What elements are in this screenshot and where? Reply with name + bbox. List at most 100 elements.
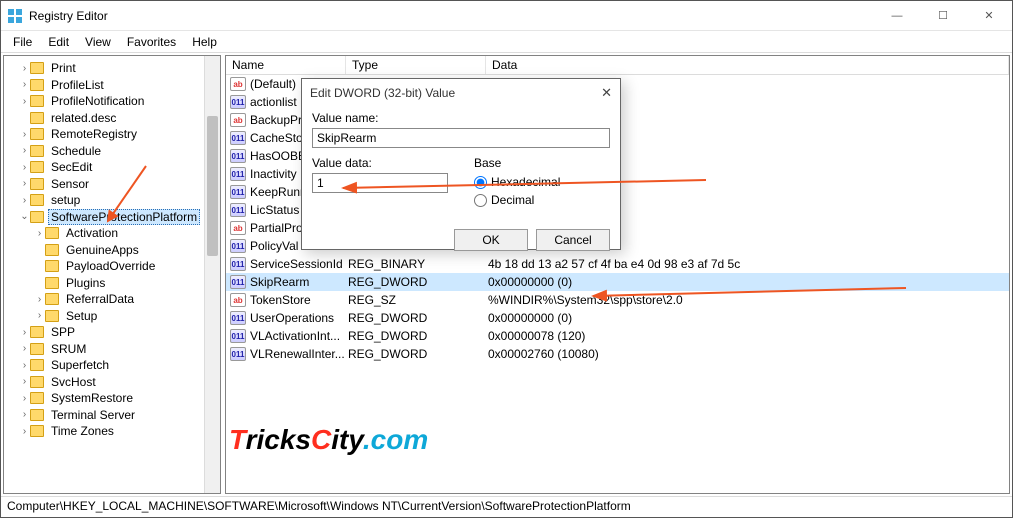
tree-node[interactable]: › setup xyxy=(4,192,220,209)
minimize-button[interactable]: — xyxy=(874,1,920,31)
tree-node[interactable]: ›Sensor xyxy=(4,176,220,193)
list-row[interactable]: 011VLActivationInt...REG_DWORD0x00000078… xyxy=(226,327,1009,345)
tree-node[interactable]: ›SystemRestore xyxy=(4,390,220,407)
radio-dec-label: Decimal xyxy=(491,193,534,207)
tree-node[interactable]: ›SecEdit xyxy=(4,159,220,176)
dialog-close-icon[interactable]: ✕ xyxy=(601,85,612,101)
twisty-icon[interactable]: › xyxy=(19,79,30,90)
tree-node[interactable]: ›Time Zones xyxy=(4,423,220,440)
radio-dec[interactable]: Decimal xyxy=(474,191,560,209)
string-value-icon: ab xyxy=(230,293,246,307)
tree-label: Setup xyxy=(63,309,100,323)
tree-node[interactable]: GenuineApps xyxy=(4,242,220,259)
twisty-icon[interactable]: › xyxy=(19,63,30,74)
close-button[interactable]: ✕ xyxy=(966,1,1012,31)
menu-edit[interactable]: Edit xyxy=(42,33,75,51)
twisty-icon[interactable]: › xyxy=(19,145,30,156)
folder-icon xyxy=(30,178,44,190)
col-data[interactable]: Data xyxy=(486,56,1009,74)
tree-label: Schedule xyxy=(48,144,104,158)
folder-icon xyxy=(30,95,44,107)
value-name-label: Value name: xyxy=(312,111,610,125)
tree-node[interactable]: ›SvcHost xyxy=(4,374,220,391)
tree-label: setup xyxy=(48,193,83,207)
folder-icon xyxy=(30,194,44,206)
tree-view[interactable]: ›Print›ProfileList›ProfileNotificationre… xyxy=(3,55,221,494)
twisty-icon[interactable]: › xyxy=(19,195,30,206)
folder-icon xyxy=(30,112,44,124)
twisty-icon[interactable]: › xyxy=(34,294,45,305)
tree-node[interactable]: ›ReferralData xyxy=(4,291,220,308)
tree-node[interactable]: › SRUM xyxy=(4,341,220,358)
menu-favorites[interactable]: Favorites xyxy=(121,33,182,51)
tree-scrollbar[interactable] xyxy=(204,56,220,493)
folder-icon xyxy=(45,244,59,256)
tree-node[interactable]: ›Print xyxy=(4,60,220,77)
maximize-button[interactable]: ☐ xyxy=(920,1,966,31)
col-name[interactable]: Name xyxy=(226,56,346,74)
scrollbar-thumb[interactable] xyxy=(207,116,218,256)
tree-node[interactable]: Plugins xyxy=(4,275,220,292)
tree-node[interactable]: ›ProfileList xyxy=(4,77,220,94)
twisty-icon[interactable]: › xyxy=(19,376,30,387)
folder-icon xyxy=(45,227,59,239)
tree-node[interactable]: ›Superfetch xyxy=(4,357,220,374)
folder-icon xyxy=(45,260,59,272)
folder-icon xyxy=(30,425,44,437)
tree-label: SRUM xyxy=(48,342,89,356)
value-data: 4b 18 dd 13 a2 57 cf 4f ba e4 0d 98 e3 a… xyxy=(488,257,1009,271)
radio-hex[interactable]: Hexadecimal xyxy=(474,173,560,191)
tree-node[interactable]: PayloadOverride xyxy=(4,258,220,275)
list-row[interactable]: 011ServiceSessionIdREG_BINARY4b 18 dd 13… xyxy=(226,255,1009,273)
tree-node[interactable]: ⌄SoftwareProtectionPlatform xyxy=(4,209,220,226)
list-header: Name Type Data xyxy=(226,56,1009,75)
value-data: 0x00000000 (0) xyxy=(488,311,1009,325)
twisty-icon[interactable]: › xyxy=(19,96,30,107)
twisty-icon[interactable]: › xyxy=(19,162,30,173)
twisty-icon[interactable]: › xyxy=(19,426,30,437)
dialog-title-bar[interactable]: Edit DWORD (32-bit) Value ✕ xyxy=(302,79,620,107)
twisty-icon[interactable]: › xyxy=(34,228,45,239)
cancel-button[interactable]: Cancel xyxy=(536,229,610,251)
twisty-icon[interactable]: › xyxy=(34,310,45,321)
window-title: Registry Editor xyxy=(29,9,874,23)
tree-node[interactable]: › Setup xyxy=(4,308,220,325)
ok-button[interactable]: OK xyxy=(454,229,528,251)
tree-node[interactable]: ›Activation xyxy=(4,225,220,242)
menu-help[interactable]: Help xyxy=(186,33,223,51)
folder-icon xyxy=(30,326,44,338)
value-name: VLRenewalInter... xyxy=(250,347,348,361)
watermark: TricksCity.com xyxy=(229,424,428,456)
folder-icon xyxy=(30,79,44,91)
list-row[interactable]: 011VLRenewalInter...REG_DWORD0x00002760 … xyxy=(226,345,1009,363)
menubar: FileEditViewFavoritesHelp xyxy=(1,31,1012,53)
value-data-input[interactable] xyxy=(312,173,448,193)
twisty-icon[interactable]: › xyxy=(19,129,30,140)
list-row[interactable]: 011SkipRearmREG_DWORD0x00000000 (0) xyxy=(226,273,1009,291)
twisty-icon[interactable]: › xyxy=(19,393,30,404)
menu-view[interactable]: View xyxy=(79,33,117,51)
tree-node[interactable]: › SPP xyxy=(4,324,220,341)
tree-label: SPP xyxy=(48,325,78,339)
menu-file[interactable]: File xyxy=(7,33,38,51)
list-row[interactable]: 011UserOperationsREG_DWORD0x00000000 (0) xyxy=(226,309,1009,327)
radio-dec-input[interactable] xyxy=(474,194,487,207)
twisty-icon[interactable]: › xyxy=(19,360,30,371)
titlebar: Registry Editor — ☐ ✕ xyxy=(1,1,1012,31)
col-type[interactable]: Type xyxy=(346,56,486,74)
twisty-icon[interactable]: › xyxy=(19,327,30,338)
radio-hex-input[interactable] xyxy=(474,176,487,189)
twisty-icon[interactable]: › xyxy=(19,178,30,189)
twisty-icon[interactable]: › xyxy=(19,343,30,354)
tree-node[interactable]: ›Terminal Server xyxy=(4,407,220,424)
value-name-input[interactable] xyxy=(312,128,610,148)
tree-node[interactable]: ›RemoteRegistry xyxy=(4,126,220,143)
twisty-icon[interactable]: › xyxy=(19,409,30,420)
twisty-icon[interactable]: ⌄ xyxy=(19,211,30,222)
list-row[interactable]: abTokenStoreREG_SZ%WINDIR%\System32\spp\… xyxy=(226,291,1009,309)
tree-node[interactable]: related.desc xyxy=(4,110,220,127)
value-type: REG_BINARY xyxy=(348,257,488,271)
tree-node[interactable]: › Schedule xyxy=(4,143,220,160)
dword-value-icon: 011 xyxy=(230,329,246,343)
tree-node[interactable]: ›ProfileNotification xyxy=(4,93,220,110)
